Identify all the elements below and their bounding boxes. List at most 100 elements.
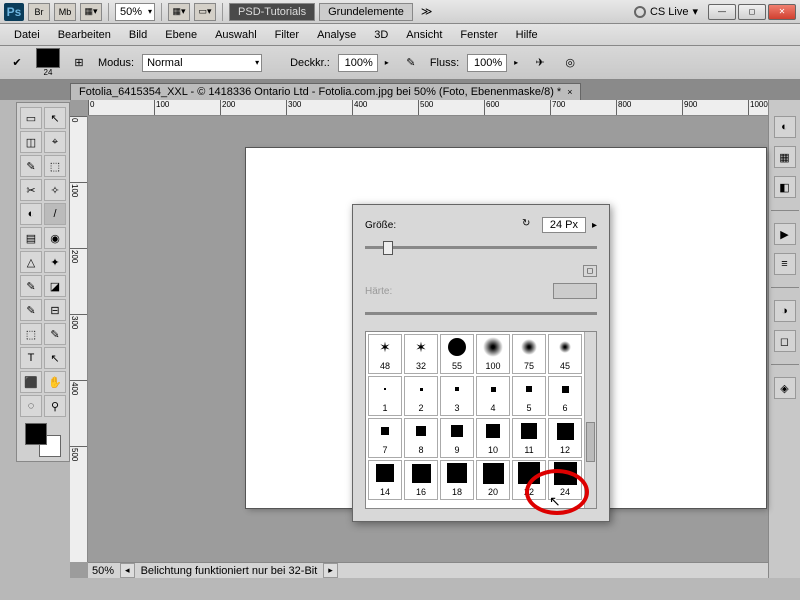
minimize-button[interactable]: — xyxy=(708,4,736,20)
brush-preset-6[interactable]: 6 xyxy=(548,376,582,416)
menu-analyse[interactable]: Analyse xyxy=(309,27,364,43)
tool-24[interactable]: ◌ xyxy=(20,395,42,417)
masks-panel-icon[interactable]: ◻ xyxy=(774,330,796,352)
screenmode-button[interactable]: ▭▾ xyxy=(194,3,216,21)
layers-panel-icon[interactable]: ◈ xyxy=(774,377,796,399)
adjustments-panel-icon[interactable]: ◑ xyxy=(774,300,796,322)
new-preset-icon[interactable]: ◻ xyxy=(583,265,597,277)
brush-preset-5[interactable]: 5 xyxy=(512,376,546,416)
document-tab[interactable]: Fotolia_6415354_XXL - © 1418336 Ontario … xyxy=(70,83,581,100)
view-extras-button[interactable]: ▦▾ xyxy=(80,3,102,21)
tool-15[interactable]: ◪ xyxy=(44,275,66,297)
brush-preset-55[interactable]: 55 xyxy=(440,334,474,374)
foreground-color-swatch[interactable] xyxy=(25,423,47,445)
tool-8[interactable]: ◐ xyxy=(20,203,42,225)
tool-12[interactable]: △ xyxy=(20,251,42,273)
menu-ansicht[interactable]: Ansicht xyxy=(398,27,450,43)
brush-panel-toggle-icon[interactable]: ⊞ xyxy=(68,52,90,74)
brush-preset-11[interactable]: 11 xyxy=(512,418,546,458)
brush-size-slider[interactable] xyxy=(365,239,597,255)
tool-21[interactable]: ↖ xyxy=(44,347,66,369)
brush-preset-4[interactable]: 4 xyxy=(476,376,510,416)
brush-preset-45[interactable]: 45 xyxy=(548,334,582,374)
mode-select[interactable]: Normal xyxy=(142,54,262,72)
brush-preset-3[interactable]: 3 xyxy=(440,376,474,416)
tool-19[interactable]: ✎ xyxy=(44,323,66,345)
menu-bearbeiten[interactable]: Bearbeiten xyxy=(50,27,119,43)
tool-16[interactable]: ✎ xyxy=(20,299,42,321)
zoom-select[interactable]: 50% xyxy=(115,3,155,21)
color-panel-icon[interactable]: ◐ xyxy=(774,116,796,138)
brush-preset-12[interactable]: 12 xyxy=(548,418,582,458)
tool-2[interactable]: ◫ xyxy=(20,131,42,153)
tool-17[interactable]: ⊟ xyxy=(44,299,66,321)
tablet-size-icon[interactable]: ◎ xyxy=(559,52,581,74)
menu-fenster[interactable]: Fenster xyxy=(452,27,505,43)
menu-ebene[interactable]: Ebene xyxy=(157,27,205,43)
tool-7[interactable]: ✧ xyxy=(44,179,66,201)
workspace-more-icon[interactable]: ≫ xyxy=(417,5,437,18)
brush-preset-32[interactable]: ✶32 xyxy=(404,334,438,374)
tool-1[interactable]: ↖ xyxy=(44,107,66,129)
brush-tool-icon[interactable]: ✔ xyxy=(6,52,28,74)
brush-preview-swatch[interactable] xyxy=(36,48,60,68)
tool-13[interactable]: ✦ xyxy=(44,251,66,273)
brush-preset-75[interactable]: 75 xyxy=(512,334,546,374)
menu-3d[interactable]: 3D xyxy=(366,27,396,43)
brush-preset-10[interactable]: 10 xyxy=(476,418,510,458)
maximize-button[interactable]: ◻ xyxy=(738,4,766,20)
close-button[interactable]: ✕ xyxy=(768,4,796,20)
menu-datei[interactable]: Datei xyxy=(6,27,48,43)
brush-preset-16[interactable]: 16 xyxy=(404,460,438,500)
brush-preset-1[interactable]: 1 xyxy=(368,376,402,416)
tool-6[interactable]: ✂ xyxy=(20,179,42,201)
brush-size-input[interactable]: 24 Px xyxy=(542,217,586,233)
menu-auswahl[interactable]: Auswahl xyxy=(207,27,265,43)
tool-0[interactable]: ▭ xyxy=(20,107,42,129)
tool-22[interactable]: ⬛ xyxy=(20,371,42,393)
flow-input[interactable]: 100% xyxy=(467,54,507,72)
brush-preset-48[interactable]: ✶48 xyxy=(368,334,402,374)
opacity-input[interactable]: 100% xyxy=(338,54,378,72)
brush-preset-14[interactable]: 14 xyxy=(368,460,402,500)
history-panel-icon[interactable]: ≡ xyxy=(774,253,796,275)
tool-25[interactable]: ⚲ xyxy=(44,395,66,417)
tool-23[interactable]: ✋ xyxy=(44,371,66,393)
minibridge-button[interactable]: Mb xyxy=(54,3,76,21)
document-close-icon[interactable]: × xyxy=(567,87,572,97)
airbrush-icon[interactable]: ✈ xyxy=(529,52,551,74)
workspace-tab-psdtutorials[interactable]: PSD-Tutorials xyxy=(229,3,315,21)
tool-18[interactable]: ⬚ xyxy=(20,323,42,345)
brush-preset-22[interactable]: 22 xyxy=(512,460,546,500)
tool-9[interactable]: / xyxy=(44,203,66,225)
brush-grid-scrollbar[interactable] xyxy=(584,332,596,508)
menu-bild[interactable]: Bild xyxy=(121,27,155,43)
status-zoom[interactable]: 50% xyxy=(92,565,114,577)
brush-preset-9[interactable]: 9 xyxy=(440,418,474,458)
actions-panel-icon[interactable]: ▶ xyxy=(774,223,796,245)
swatches-panel-icon[interactable]: ▦ xyxy=(774,146,796,168)
status-next-icon[interactable]: ▸ xyxy=(323,563,338,578)
styles-panel-icon[interactable]: ◧ xyxy=(774,176,796,198)
cslive-label[interactable]: CS Live xyxy=(650,6,689,18)
reset-size-icon[interactable]: ↻ xyxy=(522,218,536,232)
color-picker[interactable] xyxy=(25,423,61,457)
brush-preset-18[interactable]: 18 xyxy=(440,460,474,500)
menu-filter[interactable]: Filter xyxy=(267,27,307,43)
brush-preset-7[interactable]: 7 xyxy=(368,418,402,458)
tool-20[interactable]: T xyxy=(20,347,42,369)
brush-preset-20[interactable]: 20 xyxy=(476,460,510,500)
workspace-tab-grundelemente[interactable]: Grundelemente xyxy=(319,3,413,21)
tool-10[interactable]: ▤ xyxy=(20,227,42,249)
status-prev-icon[interactable]: ◂ xyxy=(120,563,135,578)
tool-14[interactable]: ✎ xyxy=(20,275,42,297)
brush-preset-100[interactable]: 100 xyxy=(476,334,510,374)
tool-3[interactable]: ⌖ xyxy=(44,131,66,153)
tool-11[interactable]: ◉ xyxy=(44,227,66,249)
tool-4[interactable]: ✎ xyxy=(20,155,42,177)
tool-5[interactable]: ⬚ xyxy=(44,155,66,177)
tablet-opacity-icon[interactable]: ✎ xyxy=(400,52,422,74)
arrange-button[interactable]: ▦▾ xyxy=(168,3,190,21)
brush-panel-menu-icon[interactable]: ▸ xyxy=(592,220,597,231)
menu-hilfe[interactable]: Hilfe xyxy=(508,27,546,43)
